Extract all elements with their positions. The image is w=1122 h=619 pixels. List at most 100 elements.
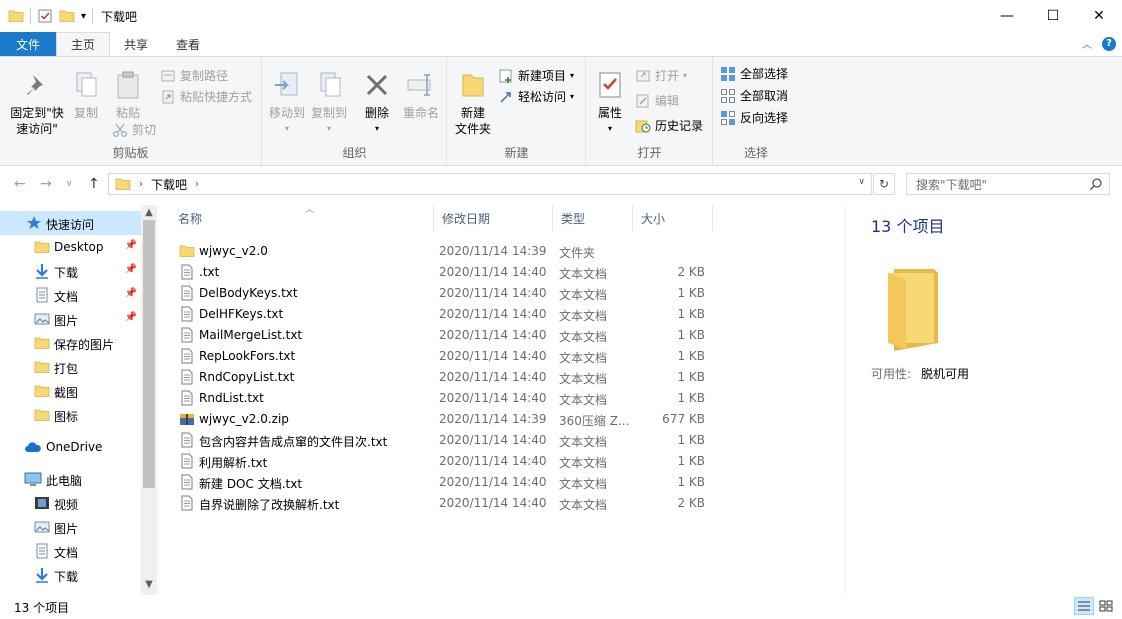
- file-date: 2020/11/14 14:39: [439, 412, 547, 426]
- table-row[interactable]: 自界说删除了改换解析.txt 2020/11/14 14:40 文本文档 2 KB: [165, 493, 725, 514]
- copy-button[interactable]: 复制: [68, 69, 104, 121]
- file-type: 文本文档: [559, 372, 608, 386]
- search-input[interactable]: 搜索"下载吧": [906, 173, 1110, 195]
- sidebar-item-package[interactable]: 打包: [0, 355, 141, 379]
- sidebar-item-label: 打包: [54, 362, 79, 376]
- scroll-down-icon[interactable]: ▼: [141, 579, 157, 590]
- tab-file[interactable]: 文件: [0, 32, 57, 56]
- sidebar-item-pc-documents[interactable]: 文档: [0, 539, 141, 563]
- maximize-button[interactable]: ☐: [1030, 0, 1076, 32]
- sidebar-item-saved-pictures[interactable]: 保存的图片: [0, 331, 141, 355]
- edit-button[interactable]: 编辑: [635, 92, 679, 109]
- delete-button[interactable]: 删除 ▾: [359, 69, 395, 137]
- tab-view[interactable]: 查看: [162, 32, 214, 56]
- sidebar-item-downloads[interactable]: 下载 📌: [0, 259, 141, 283]
- move-to-button[interactable]: 移动到 ▾: [267, 69, 307, 137]
- column-header-type[interactable]: 类型: [553, 205, 633, 231]
- sidebar-item-screenshots[interactable]: 截图: [0, 379, 141, 403]
- tab-home[interactable]: 主页: [56, 32, 111, 56]
- table-row[interactable]: 包含内容并告成点窜的文件目次.txt 2020/11/14 14:40 文本文档 1 …: [165, 430, 725, 451]
- file-name: wjwyc_v2.0.zip: [199, 412, 289, 426]
- table-row[interactable]: .txt 2020/11/14 14:40 文本文档 2 KB: [165, 262, 725, 283]
- sidebar-item-documents[interactable]: 文档 📌: [0, 283, 141, 307]
- easy-access-button[interactable]: 轻松访问 ▾: [498, 88, 574, 105]
- back-arrow-icon[interactable]: ←: [14, 176, 26, 192]
- breadcrumb-separator-icon[interactable]: ›: [139, 179, 143, 190]
- navigation-pane: 快速访问 Desktop 📌 下载 📌 文档 📌 图片 📌 保存的图片 打包 截…: [0, 205, 157, 595]
- customize-qat-chevron-icon[interactable]: ▾: [81, 11, 86, 22]
- star-icon: [27, 216, 41, 229]
- forward-arrow-icon[interactable]: →: [40, 176, 52, 192]
- table-row[interactable]: RndCopyList.txt 2020/11/14 14:40 文本文档 1 KB: [165, 367, 725, 388]
- breadcrumb[interactable]: 下载吧: [151, 176, 187, 193]
- new-folder-icon[interactable]: [59, 8, 75, 24]
- sidebar-item-icons[interactable]: 图标: [0, 403, 141, 427]
- column-header-label: 修改日期: [442, 211, 491, 226]
- paste-shortcut-button[interactable]: 粘贴快捷方式: [160, 88, 252, 105]
- sidebar-item-pc-pictures[interactable]: 图片: [0, 515, 141, 539]
- table-row[interactable]: wjwyc_v2.0.zip 2020/11/14 14:39 360压缩 Z...…: [165, 409, 725, 430]
- expand-ribbon-chevron-icon[interactable]: ︿: [1082, 36, 1092, 51]
- rename-button[interactable]: 重命名: [399, 69, 443, 121]
- document-icon: [36, 287, 48, 303]
- cut-button[interactable]: 剪切: [112, 121, 156, 138]
- details-view-button[interactable]: [1074, 597, 1094, 615]
- column-header-date[interactable]: 修改日期: [434, 205, 553, 231]
- close-button[interactable]: ✕: [1076, 0, 1122, 32]
- table-row[interactable]: 利用解析.txt 2020/11/14 14:40 文本文档 1 KB: [165, 451, 725, 472]
- sidebar-item-pc-downloads[interactable]: 下载: [0, 563, 141, 587]
- select-none-label: 全部取消: [740, 89, 789, 103]
- new-folder-button[interactable]: 新建 文件夹: [452, 69, 494, 137]
- up-arrow-icon[interactable]: ↑: [88, 176, 100, 192]
- file-name: MailMergeList.txt: [199, 328, 303, 342]
- copy-to-button[interactable]: 复制到 ▾: [309, 69, 349, 137]
- invert-selection-button[interactable]: 反向选择: [720, 109, 788, 126]
- minimize-button[interactable]: —: [984, 0, 1030, 32]
- sidebar-item-videos[interactable]: 视频: [0, 491, 141, 515]
- column-header-name[interactable]: 名称 ︿: [170, 205, 434, 231]
- address-bar[interactable]: › 下载吧 › ∨: [108, 173, 872, 195]
- table-row[interactable]: RndList.txt 2020/11/14 14:40 文本文档 1 KB: [165, 388, 725, 409]
- new-item-button[interactable]: 新建项目 ▾: [498, 67, 574, 84]
- file-size: 1 KB: [677, 454, 705, 468]
- sidebar-item-desktop[interactable]: Desktop 📌: [0, 235, 141, 259]
- recent-locations-chevron-icon[interactable]: ∨: [66, 179, 73, 189]
- select-all-button[interactable]: 全部选择: [720, 65, 788, 82]
- sidebar-item-onedrive[interactable]: OneDrive: [0, 435, 141, 459]
- copy-path-button[interactable]: 复制路径: [160, 67, 228, 84]
- table-row[interactable]: MailMergeList.txt 2020/11/14 14:40 文本文档 1 K…: [165, 325, 725, 346]
- navpane-scrollbar[interactable]: ▲ ▼: [141, 205, 157, 595]
- large-icons-view-button[interactable]: [1096, 597, 1116, 615]
- address-dropdown-chevron-icon[interactable]: ∨: [858, 177, 865, 187]
- table-row[interactable]: 新建 DOC 文档.txt 2020/11/14 14:40 文本文档 1 KB: [165, 472, 725, 493]
- paste-button[interactable]: 粘贴: [108, 69, 148, 121]
- properties-button[interactable]: 属性 ▾: [591, 69, 629, 137]
- copy-label: 复制: [73, 106, 98, 120]
- sidebar-item-label: 图片: [54, 522, 79, 536]
- sidebar-item-quick-access[interactable]: 快速访问: [0, 211, 141, 235]
- history-button[interactable]: 历史记录: [635, 117, 703, 134]
- sidebar-item-this-pc[interactable]: 此电脑: [0, 467, 141, 491]
- quick-access-toolbar: ▾: [0, 8, 94, 24]
- breadcrumb-separator-icon[interactable]: ›: [195, 179, 199, 190]
- folder-icon: [8, 10, 24, 22]
- table-row[interactable]: wjwyc_v2.0 2020/11/14 14:39 文件夹: [165, 241, 725, 262]
- help-icon[interactable]: ?: [1102, 36, 1116, 51]
- table-row[interactable]: RepLookFors.txt 2020/11/14 14:40 文本文档 1 KB: [165, 346, 725, 367]
- pin-label: 固定到"快速访问": [10, 106, 64, 136]
- select-none-button[interactable]: 全部取消: [720, 87, 788, 104]
- properties-icon[interactable]: [37, 8, 53, 24]
- availability-label: 可用性:: [871, 367, 912, 381]
- select-all-icon: [721, 66, 735, 81]
- refresh-button[interactable]: ↻: [873, 173, 895, 195]
- tab-share[interactable]: 共享: [110, 32, 162, 56]
- sidebar-item-pictures[interactable]: 图片 📌: [0, 307, 141, 331]
- edit-label: 编辑: [655, 94, 680, 108]
- open-button[interactable]: 打开 ▾: [635, 67, 687, 84]
- column-header-size[interactable]: 大小: [633, 205, 713, 231]
- table-row[interactable]: DelHFKeys.txt 2020/11/14 14:40 文本文档 1 KB: [165, 304, 725, 325]
- pin-quick-access-button[interactable]: 固定到"快速访问": [6, 69, 68, 137]
- scrollbar-thumb[interactable]: [143, 220, 155, 488]
- table-row[interactable]: DelBodyKeys.txt 2020/11/14 14:40 文本文档 1 KB: [165, 283, 725, 304]
- scroll-up-icon[interactable]: ▲: [141, 207, 157, 218]
